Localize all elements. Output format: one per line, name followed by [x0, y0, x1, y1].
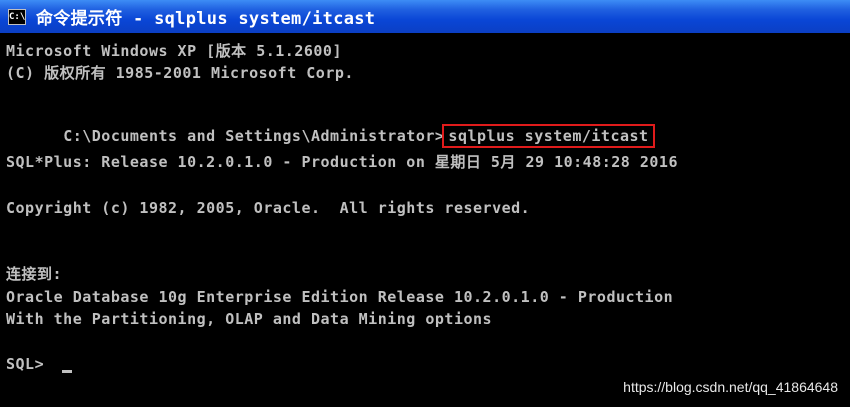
console-line: (C) 版权所有 1985-2001 Microsoft Corp. — [6, 64, 354, 82]
console-output[interactable]: Microsoft Windows XP [版本 5.1.2600] (C) 版… — [0, 33, 850, 407]
command-prompt-window[interactable]: C:\ 命令提示符 - sqlplus system/itcast Micros… — [0, 0, 850, 407]
console-line: Microsoft Windows XP [版本 5.1.2600] — [6, 42, 342, 60]
window-title: 命令提示符 - sqlplus system/itcast — [36, 9, 376, 29]
watermark-text: https://blog.csdn.net/qq_41864648 — [623, 379, 838, 395]
cmd-app-icon[interactable]: C:\ — [8, 8, 26, 25]
title-bar[interactable]: C:\ 命令提示符 - sqlplus system/itcast — [0, 0, 850, 33]
sql-prompt[interactable]: SQL> — [6, 355, 54, 373]
console-line: 连接到: — [6, 265, 63, 283]
console-line: SQL*Plus: Release 10.2.0.1.0 - Productio… — [6, 153, 678, 171]
console-line: Oracle Database 10g Enterprise Edition R… — [6, 288, 674, 306]
highlighted-command: sqlplus system/itcast — [442, 124, 655, 148]
console-line: With the Partitioning, OLAP and Data Min… — [6, 310, 493, 328]
console-line: Copyright (c) 1982, 2005, Oracle. All ri… — [6, 199, 531, 217]
prompt-path: C:\Documents and Settings\Administrator> — [63, 127, 445, 145]
text-cursor — [62, 370, 72, 373]
